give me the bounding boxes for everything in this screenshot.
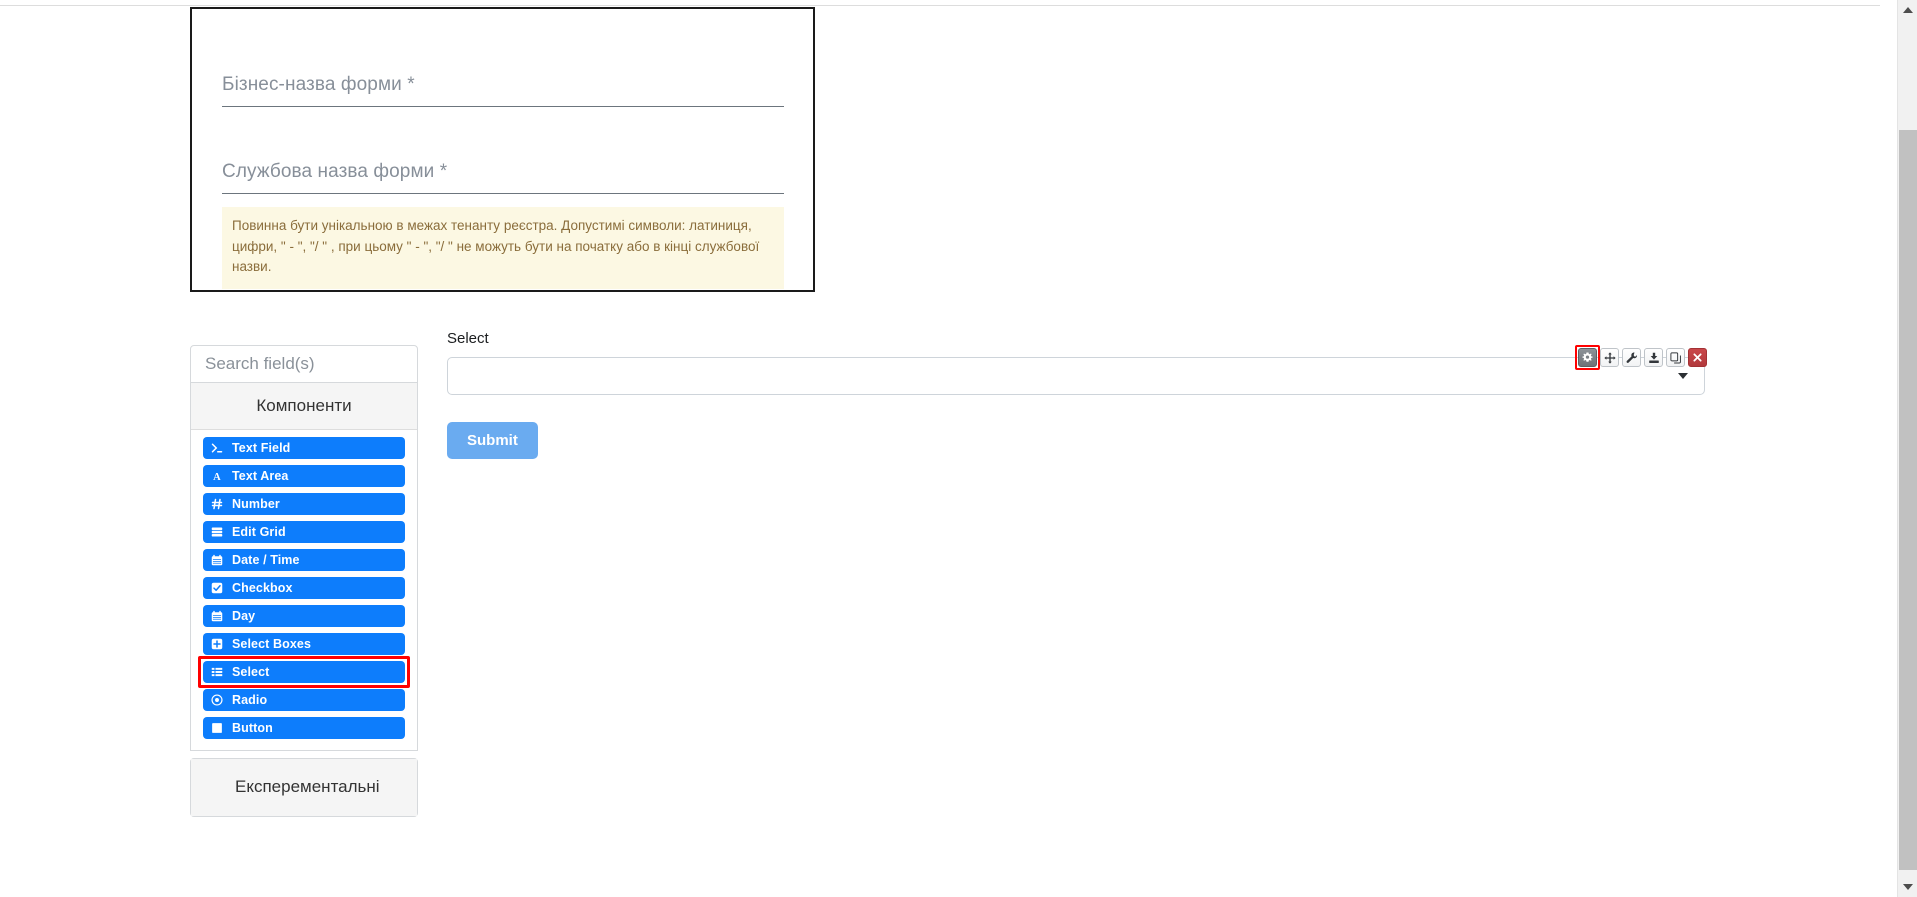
top-divider: [0, 5, 1880, 6]
scroll-down-arrow-icon[interactable]: [1898, 877, 1917, 897]
components-panel-heading[interactable]: Компоненти: [191, 383, 417, 430]
service-name-hint: Повинна бути унікальною в межах тенанту …: [222, 207, 784, 289]
component-sidebar: Компоненти Text Field A Text Area: [190, 345, 418, 817]
select-field-label: Select: [447, 330, 489, 347]
submit-button[interactable]: Submit: [447, 422, 538, 459]
component-label: Button: [232, 721, 273, 735]
component-label: Text Area: [232, 469, 289, 483]
component-action-toolbar: [1575, 345, 1707, 370]
component-label: Text Field: [232, 441, 291, 455]
component-text-field[interactable]: Text Field: [203, 437, 405, 459]
component-label: Number: [232, 497, 280, 511]
plus-square-icon: [211, 638, 223, 650]
radio-icon: [211, 694, 223, 706]
components-list: Text Field A Text Area Number Edit Grid …: [191, 430, 417, 750]
move-arrows-icon-button[interactable]: [1600, 348, 1619, 367]
wrench-icon-button[interactable]: [1622, 348, 1641, 367]
component-label: Radio: [232, 693, 268, 707]
component-select-boxes[interactable]: Select Boxes: [203, 633, 405, 655]
hash-icon: [211, 498, 223, 510]
experimental-panel: Експерементальні: [190, 758, 418, 817]
edit-grid-icon: [211, 526, 223, 538]
component-label: Select Boxes: [232, 637, 312, 651]
business-name-field-block: Бізнес-назва форми *: [222, 74, 784, 107]
component-text-area[interactable]: A Text Area: [203, 465, 405, 487]
component-label: Select: [232, 665, 270, 679]
component-number[interactable]: Number: [203, 493, 405, 515]
component-label: Day: [232, 609, 256, 623]
calendar-icon: [211, 554, 223, 566]
component-edit-grid[interactable]: Edit Grid: [203, 521, 405, 543]
calendar-icon: [211, 610, 223, 622]
form-preview: Select Submit: [447, 330, 1707, 459]
component-label: Date / Time: [232, 553, 300, 567]
component-day[interactable]: Day: [203, 605, 405, 627]
component-checkbox[interactable]: Checkbox: [203, 577, 405, 599]
save-icon-button[interactable]: [1644, 348, 1663, 367]
square-icon: [211, 722, 223, 734]
search-field-wrapper[interactable]: [190, 345, 418, 383]
triangle-down-icon: [1903, 884, 1913, 890]
component-select[interactable]: Select: [198, 656, 410, 688]
business-name-underline[interactable]: [222, 106, 784, 107]
search-input[interactable]: [203, 353, 405, 375]
components-panel: Компоненти Text Field A Text Area Number…: [190, 383, 418, 751]
service-name-label: Службова назва форми *: [222, 161, 448, 182]
service-name-field-block: Службова назва форми *: [222, 161, 784, 194]
component-radio[interactable]: Radio: [203, 689, 405, 711]
settings-gear-icon-button[interactable]: [1575, 345, 1600, 370]
service-name-underline[interactable]: [222, 193, 784, 194]
business-name-label: Бізнес-назва форми *: [222, 74, 415, 95]
chevron-down-icon: [1678, 373, 1688, 379]
vertical-scrollbar[interactable]: [1897, 0, 1917, 897]
experimental-panel-heading[interactable]: Експерементальні: [191, 759, 417, 816]
copy-icon-button[interactable]: [1666, 348, 1685, 367]
component-date-time[interactable]: Date / Time: [203, 549, 405, 571]
component-button[interactable]: Button: [203, 717, 405, 739]
triangle-up-icon: [1903, 7, 1913, 13]
component-label: Edit Grid: [232, 525, 286, 539]
scroll-up-arrow-icon[interactable]: [1898, 0, 1917, 20]
select-input[interactable]: [447, 357, 1705, 395]
app-root: Бізнес-назва форми * Службова назва форм…: [0, 0, 1917, 897]
form-properties-card: Бізнес-назва форми * Службова назва форм…: [190, 7, 815, 292]
terminal-icon: [211, 442, 223, 454]
svg-text:A: A: [213, 472, 221, 482]
list-icon: [211, 666, 223, 678]
component-label: Checkbox: [232, 581, 293, 595]
scrollbar-thumb[interactable]: [1899, 130, 1917, 870]
remove-x-icon-button[interactable]: [1688, 348, 1707, 367]
font-a-icon: A: [211, 470, 223, 482]
checkbox-icon: [211, 582, 223, 594]
